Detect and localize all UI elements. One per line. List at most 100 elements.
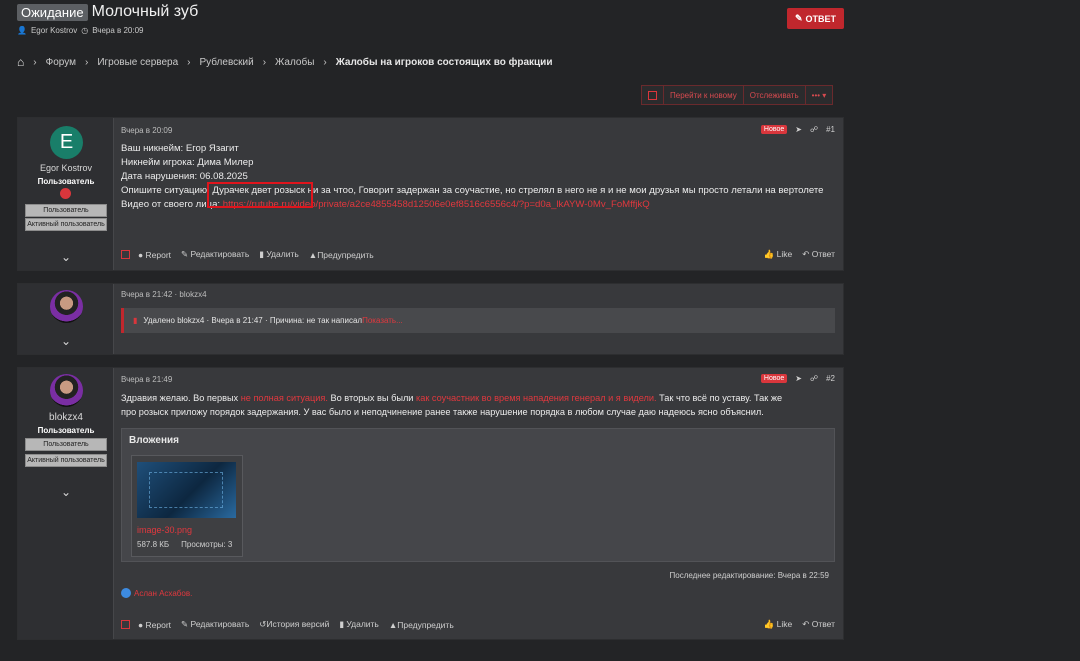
post-author[interactable]: Egor Kostrov — [18, 163, 114, 173]
highlight-box — [207, 182, 313, 208]
chevron-right-icon: › — [84, 56, 89, 68]
reply-post-button[interactable]: ↶ Ответ — [802, 619, 835, 630]
attachment-thumbnail[interactable] — [137, 462, 236, 518]
user-role: Пользователь — [37, 177, 95, 186]
likes-summary[interactable]: Аслан Асхабов. — [121, 588, 192, 598]
message-line: Здравия желаю. Во первых не полная ситуа… — [121, 391, 782, 405]
avatar[interactable] — [50, 374, 83, 407]
more-button[interactable]: ••• ▾ — [804, 86, 833, 104]
thread-meta: 👤 Egor Kostrov ◷ Вчера в 20:09 — [17, 26, 144, 35]
edit-button[interactable]: ✎ Редактировать — [181, 249, 249, 260]
select-checkbox[interactable] — [121, 620, 130, 629]
role-icon — [60, 188, 71, 202]
report-button[interactable]: ● Report — [138, 620, 171, 630]
warn-button[interactable]: ▲Предупредить — [309, 250, 374, 260]
post-message: Ваш никнейм: Егор Язагит Никнейм игрока:… — [121, 142, 824, 212]
liked-by[interactable]: Аслан Асхабов. — [134, 589, 192, 598]
post-time[interactable]: Вчера в 21:49 — [121, 375, 172, 384]
user-badge: Активный пользователь — [25, 218, 107, 231]
more-label: ••• — [811, 90, 821, 100]
user-badge: Пользователь — [25, 438, 107, 451]
text: Опишите ситуацию: — [121, 185, 213, 196]
deleted-text: Удалено blokzx4 · Вчера в 21:47 · Причин… — [143, 316, 363, 325]
select-checkbox[interactable] — [642, 86, 663, 104]
warning-icon: ▲ — [388, 619, 398, 630]
label: Удалить — [346, 619, 379, 629]
chevron-right-icon: › — [323, 56, 327, 68]
checkbox-icon — [648, 90, 657, 100]
share-icon[interactable]: ➤ — [795, 374, 802, 383]
message-line: Никнейм игрока: Дима Милер — [121, 157, 254, 168]
trash-icon: ▮ — [133, 316, 138, 325]
post-1: E Egor Kostrov Пользователь Пользователь… — [17, 117, 844, 271]
label: Удалить — [266, 249, 299, 259]
reply-post-button[interactable]: ↶ Ответ — [802, 249, 835, 260]
share-icon[interactable]: ➤ — [795, 125, 802, 134]
highlighted-text: Дурачек двет розыск — [207, 182, 313, 208]
post-author[interactable]: blokzx4 — [18, 412, 114, 423]
text: Так что всё по уставу. Так же — [656, 393, 783, 403]
post-time[interactable]: Вчера в 20:09 — [121, 126, 172, 135]
like-button[interactable]: 👍 Like — [764, 619, 793, 630]
report-icon: ● — [138, 619, 144, 630]
reply-icon: ↶ — [802, 619, 810, 629]
breadcrumb-item[interactable]: Жалобы — [275, 57, 314, 68]
status-label[interactable]: Ожидание — [17, 3, 88, 21]
attachments-title: Вложения — [129, 435, 179, 446]
post-2: blokzx4 Пользователь Пользователь Активн… — [17, 367, 844, 640]
breadcrumb-item[interactable]: Рублевский — [199, 57, 253, 68]
post-time[interactable]: Вчера в 21:42 · blokzx4 — [121, 290, 207, 299]
avatar[interactable] — [50, 290, 83, 323]
warn-button[interactable]: ▲Предупредить — [389, 620, 454, 630]
like-button[interactable]: 👍 Like — [764, 249, 793, 260]
last-edited[interactable]: Последнее редактирование: Вчера в 22:59 — [670, 571, 830, 580]
thread-toolbar: Перейти к новому Отслеживать ••• ▾ — [641, 85, 834, 105]
avatar[interactable]: E — [50, 126, 83, 159]
chevron-right-icon: › — [33, 56, 37, 68]
label: Like — [776, 619, 793, 629]
delete-button[interactable]: ▮ Удалить — [339, 619, 379, 630]
page-title: Молочный зуб — [91, 3, 199, 20]
post-number[interactable]: #2 — [826, 374, 835, 383]
bookmark-icon[interactable]: ☍ — [810, 125, 818, 134]
message-line: про розыск приложу порядок задержания. У… — [121, 407, 764, 417]
goto-new-button[interactable]: Перейти к новому — [663, 86, 743, 104]
edit-button[interactable]: ✎ Редактировать — [181, 619, 249, 630]
breadcrumb-item[interactable]: Игровые сервера — [97, 57, 178, 68]
thread-author[interactable]: Egor Kostrov — [31, 26, 77, 35]
thread-title-row: Ожидание Молочный зуб — [17, 3, 198, 21]
select-checkbox[interactable] — [121, 250, 130, 259]
pencil-icon: ✎ — [181, 619, 189, 629]
label: Ответ — [811, 249, 835, 259]
attachment-meta: 587.8 КБ Просмотры: 3 — [137, 540, 232, 549]
watch-button[interactable]: Отслеживать — [742, 86, 805, 104]
bookmark-icon[interactable]: ☍ — [810, 374, 818, 383]
red-text: не полная ситуация. — [240, 393, 328, 403]
post-deleted: ⌄ Вчера в 21:42 · blokzx4 ▮ Удалено blok… — [17, 283, 844, 355]
label: Like — [776, 249, 793, 259]
show-link[interactable]: Показать... — [362, 316, 403, 325]
attachment-filename[interactable]: image-30.png — [137, 525, 192, 535]
trash-icon: ▮ — [259, 249, 264, 259]
post-actions: ● Report ✎ Редактировать ↺История версий… — [121, 619, 835, 630]
chevron-down-icon[interactable]: ⌄ — [58, 485, 74, 499]
post-deleted-body: Вчера в 21:42 · blokzx4 ▮ Удалено blokzx… — [115, 284, 843, 354]
report-button[interactable]: ● Report — [138, 250, 171, 260]
breadcrumb-item[interactable]: Форум — [46, 57, 76, 68]
history-button[interactable]: ↺История версий — [259, 619, 329, 630]
home-icon[interactable]: ⌂ — [17, 55, 24, 69]
post-1-user-panel: E Egor Kostrov Пользователь Пользователь… — [18, 118, 114, 270]
thread-created[interactable]: Вчера в 20:09 — [92, 26, 143, 35]
like-reaction-icon — [121, 588, 131, 598]
attachment-card[interactable]: image-30.png 587.8 КБ Просмотры: 3 — [131, 455, 243, 557]
deleted-notice[interactable]: ▮ Удалено blokzx4 · Вчера в 21:47 · Прич… — [121, 308, 835, 333]
reply-button[interactable]: ✎ ОТВЕТ — [787, 8, 844, 29]
post-2-body: Вчера в 21:49 Новое ➤ ☍ #2 Здравия желаю… — [115, 368, 843, 639]
user-badge: Пользователь — [25, 204, 107, 217]
chevron-down-icon[interactable]: ⌄ — [58, 334, 74, 348]
breadcrumb-current[interactable]: Жалобы на игроков состоящих во фракции — [336, 57, 553, 68]
chevron-down-icon[interactable]: ⌄ — [58, 250, 74, 264]
reply-button-label: ОТВЕТ — [805, 13, 837, 24]
delete-button[interactable]: ▮ Удалить — [259, 249, 299, 260]
post-number[interactable]: #1 — [826, 125, 835, 134]
